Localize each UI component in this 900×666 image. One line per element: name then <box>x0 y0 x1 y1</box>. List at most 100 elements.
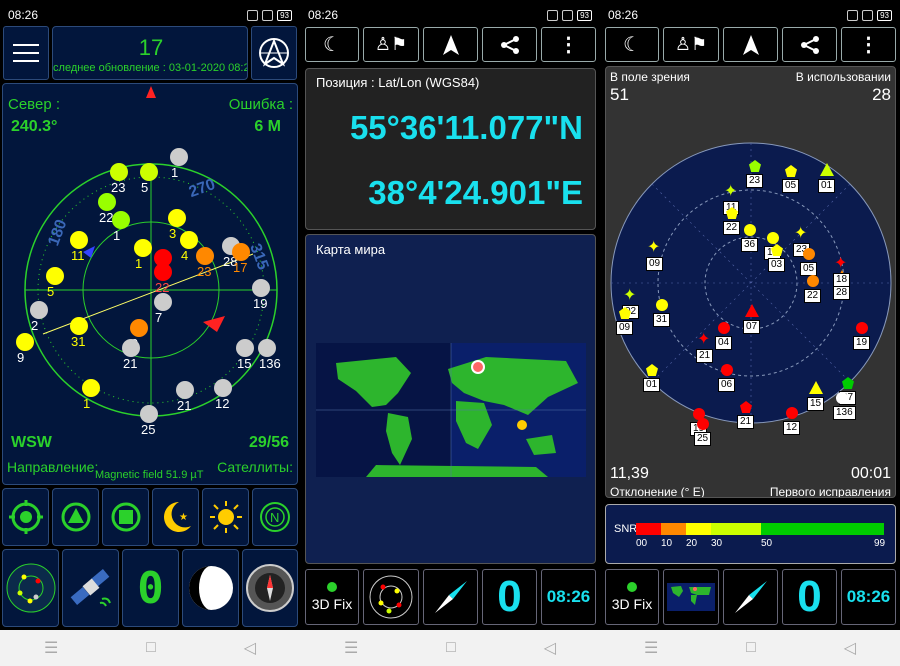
satellite-widget[interactable] <box>62 549 119 627</box>
satellite-dot <box>46 267 64 285</box>
compass-needle-widget[interactable] <box>423 569 478 625</box>
sky-satellite-id: 15 <box>807 397 825 411</box>
fix-status-widget[interactable]: 3D Fix <box>605 569 659 625</box>
speed-widget[interactable]: 0 <box>482 569 537 625</box>
satellite-dot <box>16 333 34 351</box>
compass-widget[interactable] <box>242 549 298 627</box>
nav-menu-icon[interactable]: ☰ <box>344 638 358 658</box>
menu-button[interactable] <box>3 26 49 80</box>
nav-home-icon[interactable]: □ <box>446 639 456 657</box>
position-panel: Позиция : Lat/Lon (WGS84) 55°36'11.077"N… <box>305 68 596 230</box>
declination-label: Отклонение (° E) <box>610 485 705 498</box>
nav-menu-icon[interactable]: ☰ <box>644 638 658 658</box>
satellite-dot <box>236 339 254 357</box>
compass-needle-icon <box>434 581 467 613</box>
speed-widget[interactable]: 0 <box>782 569 837 625</box>
sky-satellite-id: 05 <box>782 179 800 193</box>
snr-label: SNR <box>614 523 638 535</box>
satellite-id: 23 <box>197 264 212 279</box>
navigate-button[interactable] <box>723 27 778 62</box>
nav-home-icon[interactable]: □ <box>146 639 156 657</box>
sky-satellite-id: 23 <box>746 174 764 188</box>
person-flag-button[interactable]: ♙⚑ <box>663 27 719 62</box>
snr-tick-label: 50 <box>761 538 773 549</box>
triangle-target-icon <box>61 502 90 532</box>
satellite-dot <box>154 293 172 311</box>
sky-satellite-marker <box>767 232 779 244</box>
battery-icon: 93 <box>577 9 592 21</box>
fix-label: 3D Fix <box>611 596 653 612</box>
satellite-id: 136 <box>259 356 281 371</box>
latitude-value: 55°36'11.077"N <box>349 109 583 146</box>
world-map[interactable] <box>316 343 586 477</box>
satellite-dot <box>70 231 88 249</box>
gps-target-button[interactable] <box>2 488 49 546</box>
sky-satellite-marker: ✦ <box>623 287 637 304</box>
more-menu-button[interactable]: ⋮ <box>541 27 596 62</box>
map-sun-icon <box>517 420 527 430</box>
sky-satellite-id: 136 <box>833 406 856 420</box>
moon-icon: ☾ <box>623 34 641 56</box>
satellite-id: 3 <box>169 226 177 241</box>
compass-needle-widget[interactable] <box>723 569 778 625</box>
satellite-id: 1 <box>83 396 91 411</box>
share-button[interactable] <box>482 27 537 62</box>
satellite-dot <box>140 163 158 181</box>
satellite-dot <box>196 247 214 265</box>
person-flag-button[interactable]: ♙⚑ <box>363 27 419 62</box>
clock-widget[interactable]: 08:26 <box>841 569 896 625</box>
svg-text:N: N <box>270 510 279 525</box>
satellite-id: 1 <box>135 256 143 271</box>
night-mode-button[interactable]: ☾ <box>305 27 359 62</box>
nav-back-icon[interactable]: ◁ <box>544 638 556 658</box>
moon-stars-icon: ★ <box>163 502 191 532</box>
satellite-count: 17 <box>138 35 164 60</box>
satellite-icon <box>70 569 111 607</box>
navigate-button[interactable] <box>423 27 478 62</box>
more-menu-button[interactable]: ⋮ <box>841 27 896 62</box>
sky-satellite-marker <box>803 248 815 260</box>
snr-tick-label: 99 <box>874 538 886 549</box>
speed-widget[interactable]: 0 <box>122 549 179 627</box>
compass-dial-icon <box>246 564 294 612</box>
fix-status-widget[interactable]: 3D Fix <box>305 569 359 625</box>
square-waypoint-button[interactable] <box>102 488 149 546</box>
night-mode-button[interactable]: ★ <box>152 488 199 546</box>
square-target-icon <box>111 502 140 532</box>
ttff-label: Первого исправления <box>769 485 891 498</box>
sky-satellite-id: 03 <box>768 258 786 272</box>
nav-menu-icon[interactable]: ☰ <box>44 638 58 658</box>
sky-satellite-id: 21 <box>696 349 714 363</box>
status-bar: 08:26 93 <box>600 0 900 30</box>
satellite-id: 11 <box>71 248 85 263</box>
satellite-dot <box>180 231 198 249</box>
radar-widget[interactable] <box>363 569 419 625</box>
triangle-waypoint-button[interactable] <box>52 488 99 546</box>
satellite-dot <box>110 163 128 181</box>
clock-widget[interactable]: 08:26 <box>541 569 596 625</box>
satellite-id: 1 <box>171 165 179 180</box>
satellite-dot <box>140 405 158 423</box>
compass-logo-button[interactable] <box>251 26 297 80</box>
mini-radar-icon <box>369 575 413 619</box>
night-mode-button[interactable]: ☾ <box>605 27 659 62</box>
nav-home-icon[interactable]: □ <box>746 639 756 657</box>
satellite-id: 21 <box>123 356 138 371</box>
satellite-dot <box>170 148 188 166</box>
screen-position: 08:26 93 ☾ ♙⚑ ⋮ Позиция : Lat/Lon (WGS84… <box>300 0 600 666</box>
north-compass-button[interactable]: N <box>252 488 298 546</box>
snr-tick-label: 30 <box>711 538 723 549</box>
sky-satellite-id: 06 <box>718 378 736 392</box>
sky-satellite-id: 22 <box>804 289 822 303</box>
nav-back-icon[interactable]: ◁ <box>844 638 856 658</box>
share-button[interactable] <box>782 27 837 62</box>
navigation-arrow-icon <box>742 34 759 55</box>
day-mode-button[interactable] <box>202 488 249 546</box>
sky-satellite-id: 01 <box>818 179 836 193</box>
moon-phase-widget[interactable] <box>182 549 239 627</box>
radar-widget[interactable] <box>2 549 59 627</box>
radar-panel: Север : 240.3° Ошибка : 6 М 180 270 315 … <box>2 83 298 485</box>
sky-satellite-id: 09 <box>616 321 634 335</box>
world-map-widget[interactable] <box>663 569 719 625</box>
nav-back-icon[interactable]: ◁ <box>244 638 256 658</box>
